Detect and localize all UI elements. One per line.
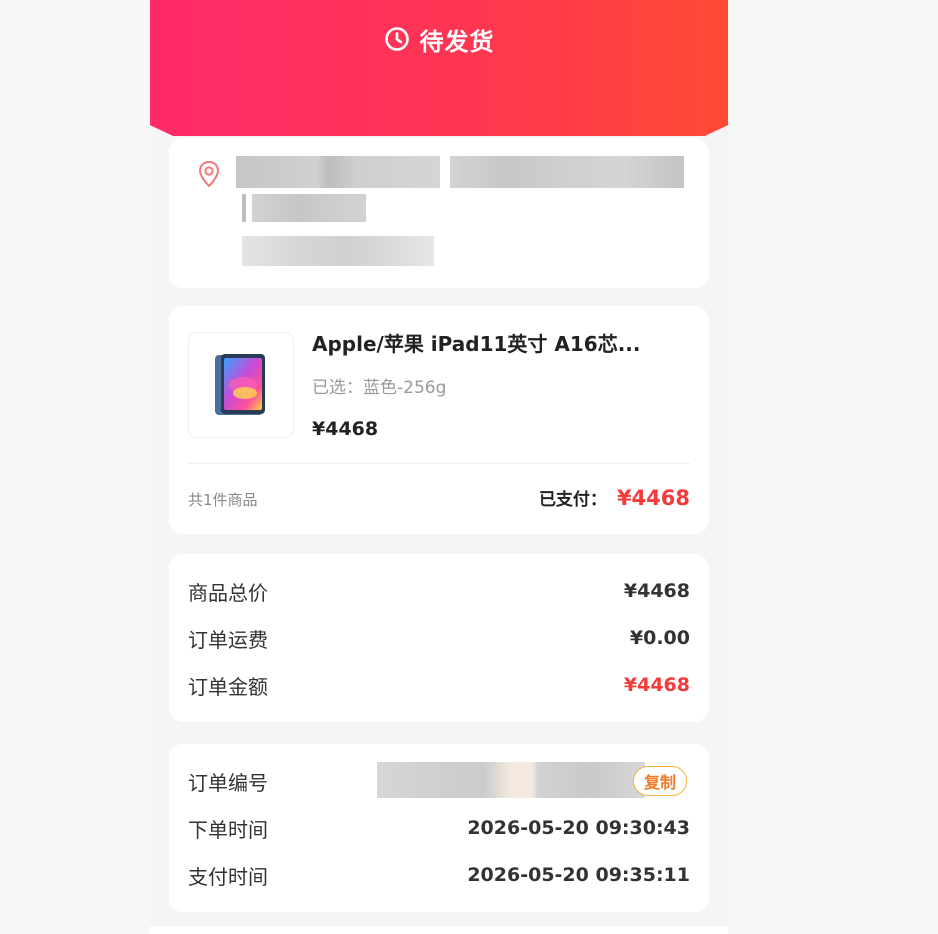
address-line-redacted (242, 194, 246, 222)
copy-button[interactable]: 复制 (633, 766, 687, 796)
order-detail-page: 待发货 Apple/苹果 iPad11英寸 A16芯... 已选：蓝色-256g… (150, 0, 728, 934)
paid-summary: 已支付： ¥4468 (539, 485, 690, 510)
paid-label: 已支付： (538, 490, 607, 510)
price-value: ¥4468 (623, 580, 690, 602)
address-line-redacted (252, 194, 366, 222)
bottom-bar-edge (150, 926, 728, 934)
clock-icon (384, 27, 409, 51)
info-value: 2026-05-20 09:30:43 (467, 817, 690, 839)
order-number-label: 订单编号 (188, 770, 268, 795)
info-label: 下单时间 (188, 817, 268, 842)
product-title[interactable]: Apple/苹果 iPad11英寸 A16芯... (312, 328, 641, 357)
order-total-value: ¥4468 (623, 674, 690, 696)
order-number-redacted (377, 762, 645, 798)
status-text: 待发货 (419, 27, 495, 56)
info-row: 下单时间 2026-05-20 09:30:43 (188, 813, 690, 843)
info-row: 支付时间 2026-05-20 09:35:11 (188, 860, 690, 890)
price-row: 订单运费 ¥0.00 (188, 623, 690, 653)
price-breakdown-card: 商品总价 ¥4468 订单运费 ¥0.00 订单金额 ¥4468 (169, 554, 709, 722)
item-count: 共1件商品 (188, 491, 258, 509)
product-spec: 已选：蓝色-256g (312, 378, 447, 398)
divider (188, 463, 690, 464)
location-pin-icon (198, 160, 220, 188)
product-price: ¥4468 (312, 418, 379, 440)
address-card[interactable] (169, 138, 709, 288)
price-value: ¥0.00 (629, 627, 690, 649)
price-row: 商品总价 ¥4468 (188, 576, 690, 606)
price-label: 订单运费 (188, 627, 268, 652)
status-title: 待发货 (150, 22, 728, 56)
info-label: 支付时间 (188, 864, 268, 889)
price-label: 订单金额 (188, 674, 268, 699)
address-phone-redacted (450, 156, 684, 188)
paid-amount: ¥4468 (616, 486, 690, 510)
product-thumbnail[interactable] (188, 332, 294, 438)
product-card: Apple/苹果 iPad11英寸 A16芯... 已选：蓝色-256g ¥44… (169, 306, 709, 534)
address-name-redacted (236, 156, 440, 188)
price-label: 商品总价 (188, 580, 268, 605)
address-detail-redacted (242, 236, 434, 266)
status-header (150, 0, 728, 136)
price-row: 订单金额 ¥4468 (188, 670, 690, 700)
info-value: 2026-05-20 09:35:11 (467, 864, 690, 886)
tablet-image-icon (215, 354, 265, 415)
order-info-card: 订单编号 复制 下单时间 2026-05-20 09:30:43 支付时间 20… (169, 744, 709, 912)
